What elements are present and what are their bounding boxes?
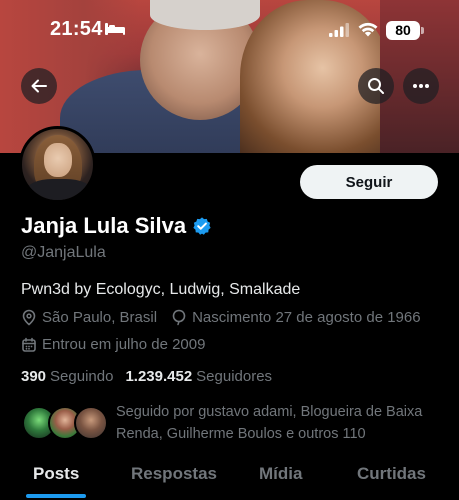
verified-badge-icon[interactable] [192,216,212,236]
follow-counts: 390 Seguindo 1.239.452 Seguidores [21,368,272,385]
profile-meta-joined-row: Entrou em julho de 2009 [21,336,205,353]
location-pin-icon [22,309,36,326]
profile-joined-date: Entrou em julho de 2009 [42,336,206,353]
followed-by-text[interactable]: Seguido por gustavo adami, Blogueira de … [116,401,446,445]
active-tab-indicator [26,494,86,498]
profile-handle: @JanjaLula [21,244,106,261]
status-bar: 21:54 80 [0,0,459,50]
tab-likes[interactable]: Curtidas [357,464,426,484]
avatar-face [44,143,72,177]
sleep-focus-icon [105,23,125,35]
profile-meta-location-row: São Paulo, Brasil Nascimento 27 de agost… [21,309,421,326]
battery-indicator: 80 [386,21,420,40]
following-label: Seguindo [50,368,114,385]
followers-link[interactable]: 1.239.452 Seguidores [125,368,272,385]
follow-button[interactable]: Seguir [300,165,438,199]
arrow-left-icon [31,79,47,93]
profile-name-row: Janja Lula Silva [21,212,212,240]
more-horizontal-icon [413,84,429,88]
cellular-signal-icon [329,23,349,37]
search-icon [368,78,384,94]
tab-replies[interactable]: Respostas [131,464,217,484]
profile-name: Janja Lula Silva [21,213,187,238]
status-time: 21:54 [50,18,103,40]
tab-media[interactable]: Mídia [259,464,302,484]
mutual-follower-avatar [74,406,108,440]
calendar-icon [22,337,36,352]
profile-bio: Pwn3d by Ecologyc, Ludwig, Smalkade [21,281,301,298]
profile-avatar[interactable] [19,126,96,203]
followers-label: Seguidores [196,368,273,385]
mutual-followers-avatars[interactable] [22,406,112,440]
wifi-icon [358,22,378,37]
followers-count: 1.239.452 [125,368,193,385]
following-link[interactable]: 390 Seguindo [21,368,113,385]
birthday-balloon-icon [172,309,186,326]
profile-location: São Paulo, Brasil [42,309,158,326]
battery-tip [421,27,424,34]
following-count: 390 [21,368,47,385]
search-button[interactable] [358,68,394,104]
avatar-body [26,179,92,200]
back-button[interactable] [21,68,57,104]
profile-birth-date: Nascimento 27 de agosto de 1966 [192,309,421,326]
more-options-button[interactable] [403,68,439,104]
tab-posts[interactable]: Posts [33,464,79,484]
profile-tabs: Posts Respostas Mídia Curtidas [0,452,459,500]
